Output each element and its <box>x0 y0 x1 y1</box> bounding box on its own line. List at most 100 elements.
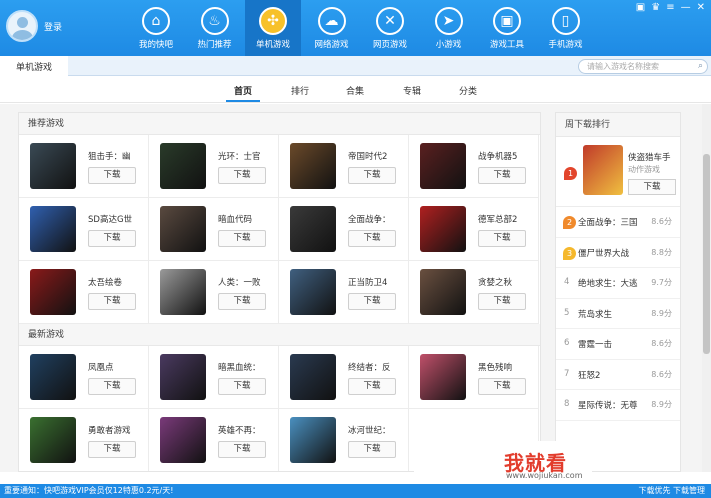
game-card[interactable]: 全面战争： 下载 <box>279 198 409 261</box>
tab-4[interactable]: 分类 <box>459 84 477 97</box>
game-card[interactable]: SD高达G世 下载 <box>19 198 149 261</box>
login-link[interactable]: 登录 <box>44 20 62 33</box>
nav-item-7[interactable]: ▯ 手机游戏 <box>538 0 594 56</box>
game-card[interactable]: 人类：一败下载 <box>149 261 279 324</box>
nav-item-5[interactable]: ➤ 小游戏 <box>421 0 477 56</box>
download-button[interactable]: 下载 <box>218 293 266 310</box>
download-button[interactable]: 下载 <box>348 230 396 247</box>
game-name[interactable]: 贪婪之秋 <box>478 276 536 288</box>
notice-text[interactable]: 重要通知：快吧游戏VIP会员仅12特惠0.2元/天! <box>4 486 173 495</box>
game-name[interactable]: 正当防卫4 <box>348 276 406 288</box>
ranking-game-name[interactable]: 星际传说：无尊 <box>578 399 638 411</box>
game-name[interactable]: 凤凰点 <box>88 361 146 373</box>
game-thumbnail[interactable] <box>160 143 206 189</box>
nav-item-6[interactable]: ▣ 游戏工具 <box>479 0 535 56</box>
game-thumbnail[interactable] <box>160 417 206 463</box>
game-card[interactable]: 帝国时代2 下载 <box>279 135 409 198</box>
game-thumbnail[interactable] <box>30 269 76 315</box>
game-card[interactable]: 冰河世纪： 下载 <box>279 409 409 471</box>
ranking-item[interactable]: 8 星际传说：无尊 8.9分 <box>556 390 680 421</box>
status-right[interactable]: 下载优先 下载管理 <box>638 484 705 498</box>
ranking-game-name[interactable]: 绝地求生：大逃 <box>578 277 638 289</box>
download-button[interactable]: 下载 <box>218 167 266 184</box>
game-name[interactable]: 黑色残响 <box>478 361 536 373</box>
game-name[interactable]: 全面战争： <box>348 213 406 225</box>
search-input[interactable]: 请输入游戏名称搜索 ⌕ <box>578 59 708 74</box>
game-thumbnail[interactable] <box>30 143 76 189</box>
ranking-game-name[interactable]: 荒岛求生 <box>578 308 612 320</box>
game-name[interactable]: 暗黑血统： <box>218 361 276 373</box>
game-name[interactable]: 人类：一败 <box>218 276 276 288</box>
search-icon[interactable]: ⌕ <box>698 60 703 73</box>
download-button[interactable]: 下载 <box>348 441 396 458</box>
nav-item-2[interactable]: ✣ 单机游戏 <box>245 0 301 56</box>
game-name[interactable]: 勇敢者游戏 <box>88 424 146 436</box>
game-thumbnail[interactable] <box>290 206 336 252</box>
avatar[interactable] <box>6 10 38 42</box>
download-button[interactable]: 下载 <box>348 167 396 184</box>
game-name[interactable]: 英雄不再： <box>218 424 276 436</box>
download-button[interactable]: 下载 <box>218 441 266 458</box>
game-thumbnail[interactable] <box>420 206 466 252</box>
window-control-icon[interactable]: ▣ <box>636 2 645 13</box>
user-area[interactable]: 登录 <box>6 10 62 42</box>
game-card[interactable]: 贪婪之秋 下载 <box>409 261 539 324</box>
download-button[interactable]: 下载 <box>218 378 266 395</box>
tab-0[interactable]: 首页 <box>225 84 261 102</box>
nav-item-1[interactable]: ♨ 热门推荐 <box>187 0 243 56</box>
game-card[interactable]: 勇敢者游戏 下载 <box>19 409 149 471</box>
game-name[interactable]: 冰河世纪： <box>348 424 406 436</box>
nav-item-0[interactable]: ⌂ 我的快吧 <box>128 0 184 56</box>
download-button[interactable]: 下载 <box>348 293 396 310</box>
ranking-top-item[interactable]: 1 侠盗猎车手 动作游戏 下载 <box>556 137 680 207</box>
top-game-name[interactable]: 侠盗猎车手 <box>628 151 671 163</box>
game-name[interactable]: 德军总部2 <box>478 213 536 225</box>
scrollbar[interactable] <box>702 104 711 472</box>
download-button[interactable]: 下载 <box>478 230 526 247</box>
game-card[interactable]: 黑色残响 下载 <box>409 346 539 409</box>
ranking-item[interactable]: 7 狂怒2 8.6分 <box>556 360 680 390</box>
download-button[interactable]: 下载 <box>88 441 136 458</box>
download-button[interactable]: 下载 <box>88 378 136 395</box>
tab-2[interactable]: 合集 <box>346 84 364 97</box>
game-thumbnail[interactable] <box>290 354 336 400</box>
tab-1[interactable]: 排行 <box>291 84 309 97</box>
game-card[interactable]: 光环：士官下载 <box>149 135 279 198</box>
window-control-icon[interactable]: ≡ <box>666 2 674 13</box>
game-card[interactable]: 狙击手：幽 下载 <box>19 135 149 198</box>
game-name[interactable]: 光环：士官 <box>218 150 276 162</box>
download-button[interactable]: 下载 <box>88 230 136 247</box>
game-thumbnail[interactable] <box>420 143 466 189</box>
download-button[interactable]: 下载 <box>628 179 676 195</box>
game-name[interactable]: 战争机器5 <box>478 150 536 162</box>
nav-item-3[interactable]: ☁ 网络游戏 <box>304 0 360 56</box>
tab-3[interactable]: 专辑 <box>403 84 421 97</box>
ranking-game-name[interactable]: 雷霆一击 <box>578 338 612 350</box>
ranking-item[interactable]: 2 全面战争：三国 8.6分 <box>556 207 680 238</box>
scrollbar-thumb[interactable] <box>703 154 710 354</box>
game-card[interactable]: 英雄不再： 下载 <box>149 409 279 471</box>
game-name[interactable]: 暗血代码 <box>218 213 276 225</box>
game-card[interactable]: 正当防卫4 下载 <box>279 261 409 324</box>
game-card[interactable]: 终结者：反下载 <box>279 346 409 409</box>
game-thumbnail[interactable] <box>30 417 76 463</box>
game-thumbnail[interactable] <box>30 354 76 400</box>
game-name[interactable]: 帝国时代2 <box>348 150 406 162</box>
game-card[interactable]: 暗血代码 下载 <box>149 198 279 261</box>
download-button[interactable]: 下载 <box>348 378 396 395</box>
game-thumbnail[interactable] <box>160 206 206 252</box>
nav-item-4[interactable]: ✕ 网页游戏 <box>362 0 418 56</box>
download-button[interactable]: 下载 <box>478 378 526 395</box>
game-card[interactable]: 凤凰点 下载 <box>19 346 149 409</box>
game-thumbnail[interactable] <box>290 143 336 189</box>
download-button[interactable]: 下载 <box>88 167 136 184</box>
window-control-icon[interactable]: ♛ <box>651 2 660 13</box>
download-button[interactable]: 下载 <box>478 293 526 310</box>
window-control-icon[interactable]: ✕ <box>697 2 705 13</box>
game-name[interactable]: 终结者：反 <box>348 361 406 373</box>
game-thumbnail[interactable] <box>420 269 466 315</box>
game-thumbnail[interactable] <box>290 417 336 463</box>
game-thumbnail[interactable] <box>30 206 76 252</box>
game-thumbnail[interactable] <box>290 269 336 315</box>
ranking-item[interactable]: 5 荒岛求生 8.9分 <box>556 299 680 329</box>
